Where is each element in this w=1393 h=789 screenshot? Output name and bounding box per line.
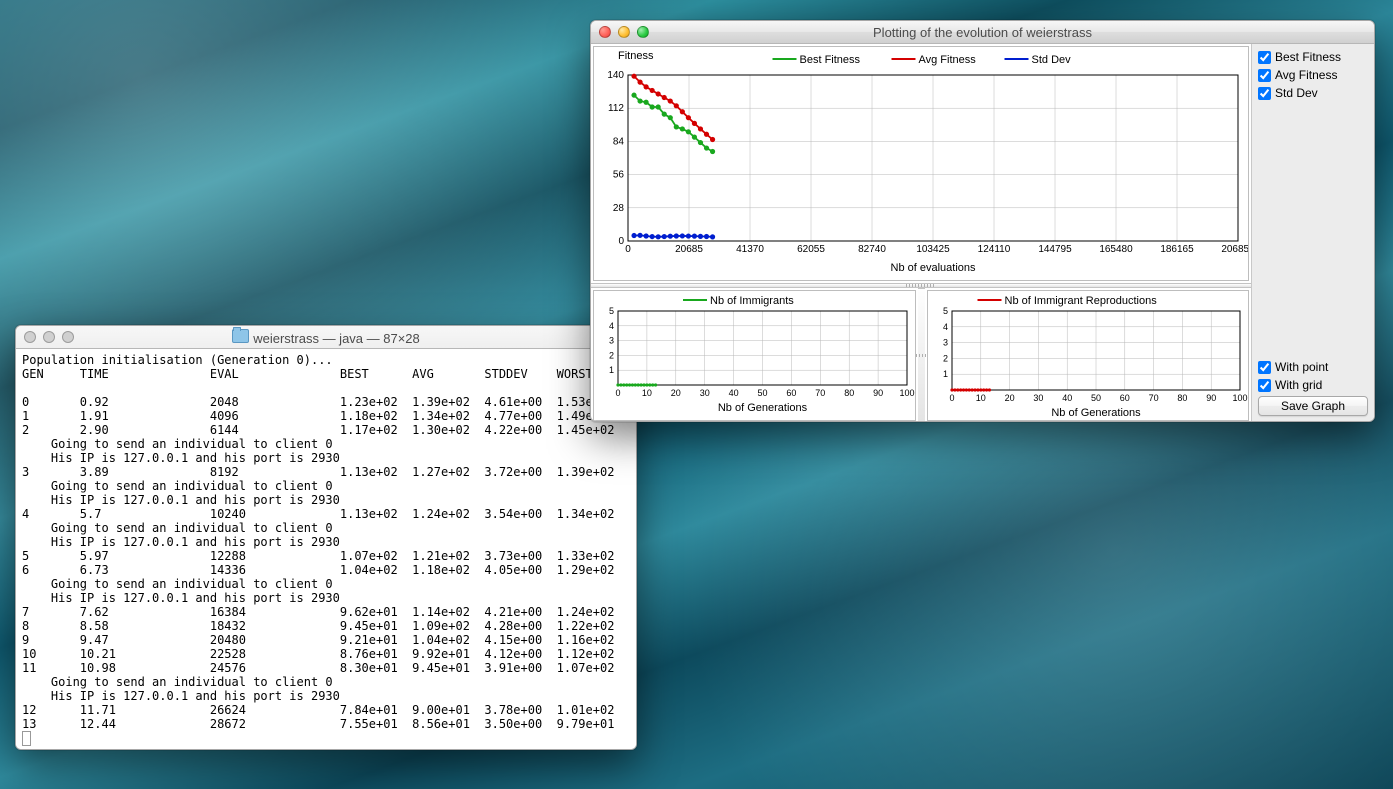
svg-text:1: 1 bbox=[943, 369, 948, 379]
svg-text:5: 5 bbox=[609, 306, 614, 316]
svg-text:90: 90 bbox=[873, 388, 883, 398]
svg-text:4: 4 bbox=[943, 322, 948, 332]
svg-text:10: 10 bbox=[976, 393, 986, 403]
fitness-chart: 0 20685 41370 62055 82740 103425 124110 144795 1… bbox=[593, 46, 1249, 281]
svg-text:28: 28 bbox=[613, 203, 625, 214]
immigrant-reproductions-chart: 0 10 20 30 40 50 60 70 80 90 100 1 2 3 4 5 Nb of Generat… bbox=[927, 290, 1249, 421]
svg-text:0: 0 bbox=[625, 244, 631, 255]
zoom-icon[interactable] bbox=[62, 331, 74, 343]
svg-text:80: 80 bbox=[1177, 393, 1187, 403]
svg-text:2: 2 bbox=[609, 350, 614, 360]
svg-text:112: 112 bbox=[608, 103, 624, 114]
close-icon[interactable] bbox=[599, 26, 611, 38]
svg-text:1: 1 bbox=[609, 365, 614, 375]
svg-text:50: 50 bbox=[1091, 393, 1101, 403]
zoom-icon[interactable] bbox=[637, 26, 649, 38]
svg-text:Nb of Immigrant Reproductions: Nb of Immigrant Reproductions bbox=[1005, 295, 1158, 307]
minimize-icon[interactable] bbox=[618, 26, 630, 38]
svg-text:0: 0 bbox=[618, 236, 624, 247]
svg-text:62055: 62055 bbox=[797, 244, 825, 255]
svg-text:40: 40 bbox=[1062, 393, 1072, 403]
svg-text:Nb of Generations: Nb of Generations bbox=[718, 402, 808, 414]
svg-text:Best Fitness: Best Fitness bbox=[800, 54, 861, 66]
svg-text:Avg Fitness: Avg Fitness bbox=[919, 54, 977, 66]
svg-text:206850: 206850 bbox=[1221, 244, 1248, 255]
svg-text:60: 60 bbox=[1120, 393, 1130, 403]
svg-text:70: 70 bbox=[1149, 393, 1159, 403]
cursor-icon bbox=[22, 731, 31, 746]
with-point-checkbox[interactable]: With point bbox=[1258, 360, 1368, 374]
svg-text:10: 10 bbox=[642, 388, 652, 398]
plot-title: Plotting of the evolution of weierstrass bbox=[591, 25, 1374, 40]
save-graph-button[interactable]: Save Graph bbox=[1258, 396, 1368, 416]
svg-text:3: 3 bbox=[943, 338, 948, 348]
svg-text:100: 100 bbox=[1232, 393, 1247, 403]
svg-text:0: 0 bbox=[949, 393, 954, 403]
svg-text:20685: 20685 bbox=[675, 244, 703, 255]
immigrants-chart: 0 10 20 30 40 50 60 70 80 90 100 1 2 3 4 5 Nb of Generat… bbox=[593, 290, 916, 421]
with-grid-checkbox[interactable]: With grid bbox=[1258, 378, 1368, 392]
svg-text:41370: 41370 bbox=[736, 244, 764, 255]
svg-text:165480: 165480 bbox=[1099, 244, 1133, 255]
svg-text:80: 80 bbox=[844, 388, 854, 398]
folder-icon bbox=[232, 329, 249, 343]
terminal-titlebar[interactable]: weierstrass — java — 87×28 bbox=[16, 326, 636, 349]
svg-text:84: 84 bbox=[613, 136, 625, 147]
svg-text:103425: 103425 bbox=[916, 244, 950, 255]
svg-text:20: 20 bbox=[671, 388, 681, 398]
svg-text:90: 90 bbox=[1206, 393, 1216, 403]
svg-text:4: 4 bbox=[609, 321, 614, 331]
terminal-title: weierstrass — java — 87×28 bbox=[16, 329, 636, 346]
svg-text:50: 50 bbox=[757, 388, 767, 398]
avg-fitness-checkbox[interactable]: Avg Fitness bbox=[1258, 68, 1368, 82]
svg-text:0: 0 bbox=[615, 388, 620, 398]
svg-text:Nb of Immigrants: Nb of Immigrants bbox=[710, 295, 794, 307]
svg-text:5: 5 bbox=[943, 306, 948, 316]
svg-text:100: 100 bbox=[899, 388, 914, 398]
svg-text:Std Dev: Std Dev bbox=[1032, 54, 1072, 66]
svg-text:60: 60 bbox=[786, 388, 796, 398]
best-fitness-checkbox[interactable]: Best Fitness bbox=[1258, 50, 1368, 64]
svg-text:3: 3 bbox=[609, 336, 614, 346]
terminal-body[interactable]: Population initialisation (Generation 0)… bbox=[16, 349, 636, 750]
svg-text:Fitness: Fitness bbox=[618, 50, 654, 62]
svg-text:30: 30 bbox=[1033, 393, 1043, 403]
plot-titlebar[interactable]: Plotting of the evolution of weierstrass bbox=[591, 21, 1374, 44]
svg-text:40: 40 bbox=[729, 388, 739, 398]
svg-text:30: 30 bbox=[700, 388, 710, 398]
svg-text:124110: 124110 bbox=[978, 244, 1011, 255]
svg-text:Nb of Generations: Nb of Generations bbox=[1051, 407, 1141, 419]
svg-text:2: 2 bbox=[943, 353, 948, 363]
svg-text:140: 140 bbox=[607, 70, 624, 81]
svg-text:20: 20 bbox=[1005, 393, 1015, 403]
plot-window: Plotting of the evolution of weierstrass… bbox=[590, 20, 1375, 422]
svg-text:56: 56 bbox=[613, 170, 625, 181]
svg-text:144795: 144795 bbox=[1038, 244, 1072, 255]
terminal-window: weierstrass — java — 87×28 Population in… bbox=[15, 325, 637, 750]
minimize-icon[interactable] bbox=[43, 331, 55, 343]
svg-text:82740: 82740 bbox=[858, 244, 886, 255]
horizontal-splitter[interactable] bbox=[918, 288, 925, 422]
plot-sidebar: Best Fitness Avg Fitness Std Dev With po… bbox=[1251, 44, 1374, 422]
svg-text:70: 70 bbox=[815, 388, 825, 398]
std-dev-checkbox[interactable]: Std Dev bbox=[1258, 86, 1368, 100]
close-icon[interactable] bbox=[24, 331, 36, 343]
svg-text:186165: 186165 bbox=[1160, 244, 1194, 255]
svg-text:Nb of evaluations: Nb of evaluations bbox=[891, 262, 976, 274]
